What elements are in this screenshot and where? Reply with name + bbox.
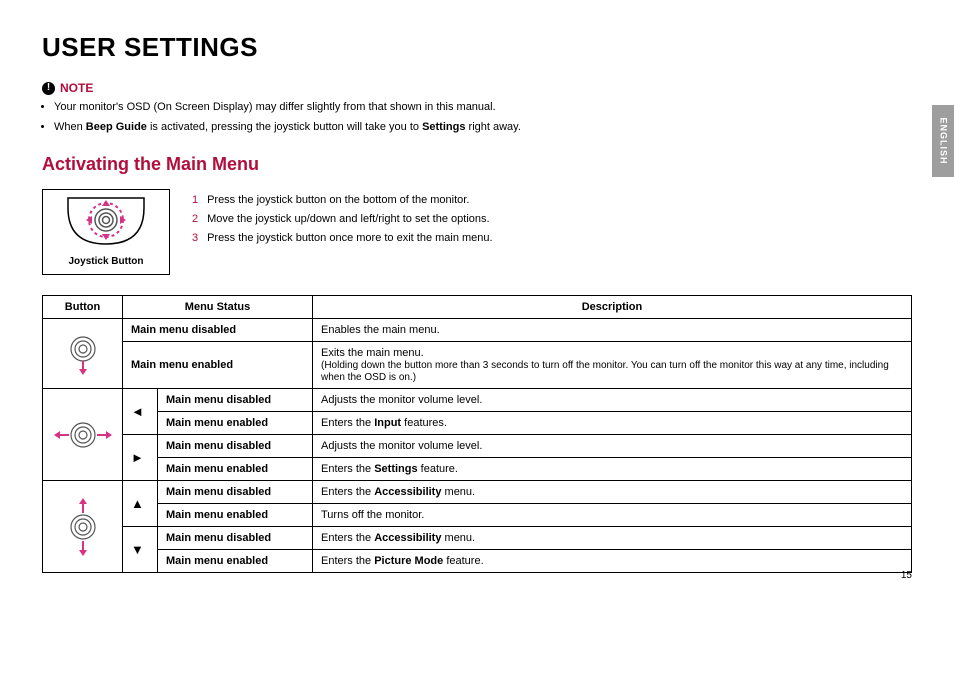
desc-text: Enters the xyxy=(321,417,374,429)
desc-text: menu. xyxy=(441,486,475,498)
note-text: When xyxy=(54,121,86,133)
menu-status: Main menu disabled xyxy=(158,527,313,550)
step-item: 1 Press the joystick button on the botto… xyxy=(192,191,493,210)
step-text: Press the joystick button on the bottom … xyxy=(207,194,469,206)
col-description: Description xyxy=(313,296,912,319)
joystick-label: Joystick Button xyxy=(43,250,169,274)
desc-text: Enters the xyxy=(321,463,374,475)
menu-status: Main menu disabled xyxy=(158,435,313,458)
menu-status: Main menu disabled xyxy=(158,481,313,504)
note-text: right away. xyxy=(465,121,520,133)
step-text: Press the joystick button once more to e… xyxy=(207,232,493,244)
desc-text: Enters the xyxy=(321,532,374,544)
step-item: 3 Press the joystick button once more to… xyxy=(192,229,493,248)
page-title: USER SETTINGS xyxy=(42,32,912,63)
note-label: NOTE xyxy=(60,81,93,95)
desc-text: features. xyxy=(401,417,447,429)
desc-text: Enters the xyxy=(321,486,374,498)
left-right-icon xyxy=(43,389,123,481)
note-text: Your monitor's OSD (On Screen Display) m… xyxy=(54,101,496,113)
controls-table: Button Menu Status Description Main menu xyxy=(42,295,912,573)
down-arrow-icon: ▼ xyxy=(123,527,158,573)
joystick-diagram-box: Joystick Button xyxy=(42,189,170,275)
description-cell: Enters the Input features. xyxy=(313,412,912,435)
language-label: ENGLISH xyxy=(938,117,948,164)
page-number: 15 xyxy=(901,570,912,581)
desc-bold: Accessibility xyxy=(374,532,441,544)
description-cell: Enters the Accessibility menu. xyxy=(313,481,912,504)
description-cell: Enters the Accessibility menu. xyxy=(313,527,912,550)
note-item: Your monitor's OSD (On Screen Display) m… xyxy=(54,99,912,117)
desc-text: feature. xyxy=(443,555,483,567)
note-text: is activated, pressing the joystick butt… xyxy=(147,121,422,133)
note-header: ! NOTE xyxy=(42,81,912,95)
desc-text: Enters the xyxy=(321,555,374,567)
joystick-icon xyxy=(43,190,169,250)
menu-status: Main menu enabled xyxy=(123,342,313,389)
step-text: Move the joystick up/down and left/right… xyxy=(207,213,490,225)
press-icon xyxy=(43,319,123,389)
description-cell: Turns off the monitor. xyxy=(313,504,912,527)
desc-bold: Picture Mode xyxy=(374,555,443,567)
steps-list: 1 Press the joystick button on the botto… xyxy=(192,189,493,247)
desc-bold: Input xyxy=(374,417,401,429)
menu-status: Main menu disabled xyxy=(123,319,313,342)
desc-bold: Settings xyxy=(374,463,417,475)
description-cell: Exits the main menu. (Holding down the b… xyxy=(313,342,912,389)
desc-bold: Accessibility xyxy=(374,486,441,498)
exclamation-icon: ! xyxy=(42,82,55,95)
desc-text: Exits the main menu. xyxy=(321,347,424,359)
col-menu-status: Menu Status xyxy=(123,296,313,319)
right-arrow-icon: ► xyxy=(123,435,158,481)
desc-subtext: (Holding down the button more than 3 sec… xyxy=(321,360,889,383)
col-button: Button xyxy=(43,296,123,319)
description-cell: Enters the Settings feature. xyxy=(313,458,912,481)
language-tab: ENGLISH xyxy=(932,105,954,177)
left-arrow-icon: ◄ xyxy=(123,389,158,435)
menu-status: Main menu disabled xyxy=(158,389,313,412)
note-item: When Beep Guide is activated, pressing t… xyxy=(54,119,912,137)
desc-text: feature. xyxy=(418,463,458,475)
section-heading: Activating the Main Menu xyxy=(42,154,912,175)
note-bold: Beep Guide xyxy=(86,121,147,133)
description-cell: Enters the Picture Mode feature. xyxy=(313,550,912,573)
menu-status: Main menu enabled xyxy=(158,412,313,435)
note-list: Your monitor's OSD (On Screen Display) m… xyxy=(42,99,912,136)
menu-status: Main menu enabled xyxy=(158,550,313,573)
step-item: 2 Move the joystick up/down and left/rig… xyxy=(192,210,493,229)
description-cell: Adjusts the monitor volume level. xyxy=(313,435,912,458)
up-arrow-icon: ▲ xyxy=(123,481,158,527)
desc-text: menu. xyxy=(441,532,475,544)
menu-status: Main menu enabled xyxy=(158,504,313,527)
description-cell: Adjusts the monitor volume level. xyxy=(313,389,912,412)
menu-status: Main menu enabled xyxy=(158,458,313,481)
note-bold: Settings xyxy=(422,121,465,133)
up-down-icon xyxy=(43,481,123,573)
description-cell: Enables the main menu. xyxy=(313,319,912,342)
